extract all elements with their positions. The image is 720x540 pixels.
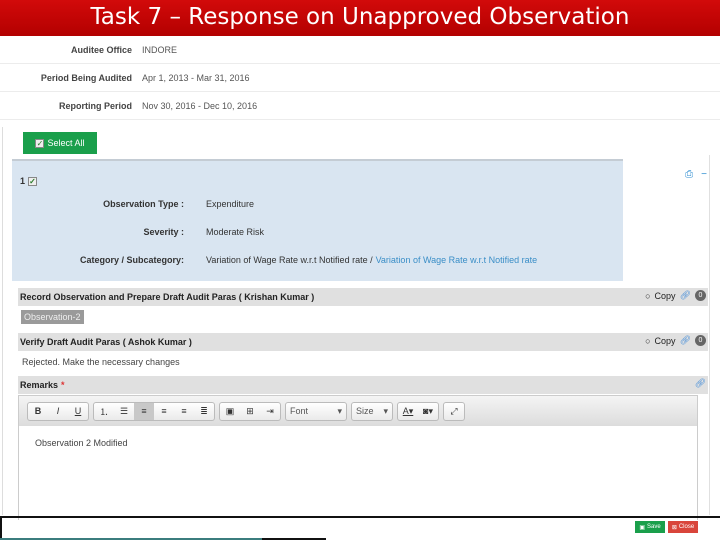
close-label: Close	[678, 524, 695, 530]
table-icon[interactable]: ⊞	[240, 403, 260, 420]
image-icon[interactable]: ▣	[220, 403, 240, 420]
align-center-icon[interactable]: ≡	[154, 403, 174, 420]
align-right-icon[interactable]: ≡	[174, 403, 194, 420]
observation-type-label: Observation Type :	[103, 199, 184, 209]
horizontal-rule-icon[interactable]: ⇥	[260, 403, 280, 420]
panel-tools: ⎙ −	[685, 169, 707, 180]
page-title: Task 7 – Response on Unapproved Observat…	[0, 0, 720, 36]
right-border	[709, 155, 710, 515]
font-select[interactable]: Font ▾	[285, 401, 347, 421]
editor-content[interactable]: Observation 2 Modified	[19, 426, 697, 460]
bottom-frame	[0, 516, 450, 540]
chevron-down-icon: ▾	[383, 405, 388, 416]
observation-type-value: Expenditure	[206, 199, 255, 209]
info-label: Reporting Period	[58, 100, 132, 111]
italic-button[interactable]: I	[48, 403, 68, 420]
verify-comment: Rejected. Make the necessary changes	[22, 357, 180, 367]
insert-group: ▣ ⊞ ⇥	[219, 401, 281, 421]
remarks-heading-text: Remarks	[20, 380, 59, 390]
chevron-down-icon: ▾	[337, 405, 342, 416]
maximize-group: ⤢	[443, 401, 465, 421]
copy-radio-icon[interactable]: ○	[645, 336, 650, 346]
severity-label: Severity :	[143, 227, 184, 237]
align-justify-icon[interactable]: ≣	[194, 403, 214, 420]
link-icon[interactable]: 🔗︎	[680, 335, 691, 346]
info-label: Period Being Audited	[40, 72, 132, 83]
save-icon: ▣	[639, 524, 645, 531]
subcategory-link[interactable]: Variation of Wage Rate w.r.t Notified ra…	[376, 255, 538, 265]
align-left-icon[interactable]: ≡	[134, 402, 154, 420]
link-icon[interactable]: 🔗︎	[680, 290, 691, 301]
info-row-period-audited: Period Being Audited Apr 1, 2013 - Mar 3…	[0, 64, 720, 92]
info-row-reporting-period: Reporting Period Nov 30, 2016 - Dec 10, …	[0, 92, 720, 120]
category-value: Variation of Wage Rate w.r.t Notified ra…	[206, 255, 373, 265]
comment-count-badge[interactable]: 0	[695, 290, 706, 301]
verify-tools: ○ Copy 🔗︎ 0	[645, 335, 706, 346]
bulleted-list-icon[interactable]: ☰	[114, 403, 134, 420]
remarks-tools: 🔗︎	[695, 378, 706, 389]
observation-tag: Observation-2	[21, 310, 84, 324]
record-observation-heading: Record Observation and Prepare Draft Aud…	[18, 288, 708, 306]
bold-button[interactable]: B	[28, 403, 48, 420]
paragraph-group: ⒈ ☰ ≡ ≡ ≡ ≣	[93, 401, 215, 421]
verify-heading-text: Verify Draft Audit Paras ( Ashok Kumar )	[20, 337, 192, 347]
collapse-icon[interactable]: −	[701, 169, 707, 180]
category-label: Category / Subcategory:	[79, 255, 184, 265]
info-label: Auditee Office	[70, 44, 132, 55]
text-style-group: B I U	[27, 401, 89, 421]
save-button[interactable]: ▣ Save	[635, 521, 665, 533]
record-heading-text: Record Observation and Prepare Draft Aud…	[20, 292, 315, 302]
observation-header: 1 ✓	[20, 176, 38, 186]
observation-type-row: Observation Type : Expenditure	[12, 199, 254, 209]
comment-count-badge[interactable]: 0	[695, 335, 706, 346]
close-icon: ⊠	[671, 524, 677, 531]
print-icon[interactable]: ⎙	[685, 169, 693, 180]
link-icon[interactable]: 🔗︎	[695, 378, 706, 389]
underline-button[interactable]: U	[68, 403, 88, 420]
info-value: Apr 1, 2013 - Mar 31, 2016	[142, 72, 250, 83]
select-all-button[interactable]: ✓ Select All	[23, 132, 97, 154]
save-label: Save	[646, 524, 661, 530]
font-select-label: Font	[290, 406, 309, 416]
numbered-list-icon[interactable]: ⒈	[94, 403, 114, 420]
checkbox-icon: ✓	[35, 138, 45, 148]
remarks-editor: B I U ⒈ ☰ ≡ ≡ ≡ ≣ ▣ ⊞ ⇥ Font ▾ Size ▾ A▾…	[18, 395, 698, 520]
info-value: Nov 30, 2016 - Dec 10, 2016	[142, 100, 258, 111]
info-value: INDORE	[142, 44, 178, 55]
text-color-icon[interactable]: A▾	[398, 403, 418, 420]
audit-info: Auditee Office INDORE Period Being Audit…	[0, 36, 720, 120]
observation-panel: 1 ✓ ⎙ − Observation Type : Expenditure S…	[12, 159, 707, 281]
observation-checkbox[interactable]: ✓	[28, 176, 38, 186]
left-border	[0, 127, 3, 515]
size-select[interactable]: Size ▾	[351, 401, 393, 421]
verify-draft-heading: Verify Draft Audit Paras ( Ashok Kumar )…	[18, 333, 708, 351]
severity-value: Moderate Risk	[206, 227, 265, 237]
close-button[interactable]: ⊠ Close	[668, 521, 698, 533]
record-tools: ○ Copy 🔗︎ 0	[645, 290, 706, 301]
remarks-heading: Remarks * 🔗︎	[18, 376, 708, 394]
size-select-label: Size	[356, 406, 374, 416]
copy-radio-icon[interactable]: ○	[645, 291, 650, 301]
info-row-auditee-office: Auditee Office INDORE	[0, 36, 720, 64]
color-group: A▾ ◙▾	[397, 401, 439, 421]
select-all-label: Select All	[47, 138, 85, 148]
editor-toolbar: B I U ⒈ ☰ ≡ ≡ ≡ ≣ ▣ ⊞ ⇥ Font ▾ Size ▾ A▾…	[19, 396, 697, 426]
required-mark: *	[61, 380, 65, 390]
copy-label[interactable]: Copy	[655, 336, 676, 346]
maximize-icon[interactable]: ⤢	[444, 403, 464, 420]
observation-number: 1	[20, 176, 26, 186]
category-row: Category / Subcategory: Variation of Wag…	[12, 255, 537, 265]
background-color-icon[interactable]: ◙▾	[418, 403, 438, 420]
severity-row: Severity : Moderate Risk	[12, 227, 264, 237]
copy-label[interactable]: Copy	[655, 291, 676, 301]
